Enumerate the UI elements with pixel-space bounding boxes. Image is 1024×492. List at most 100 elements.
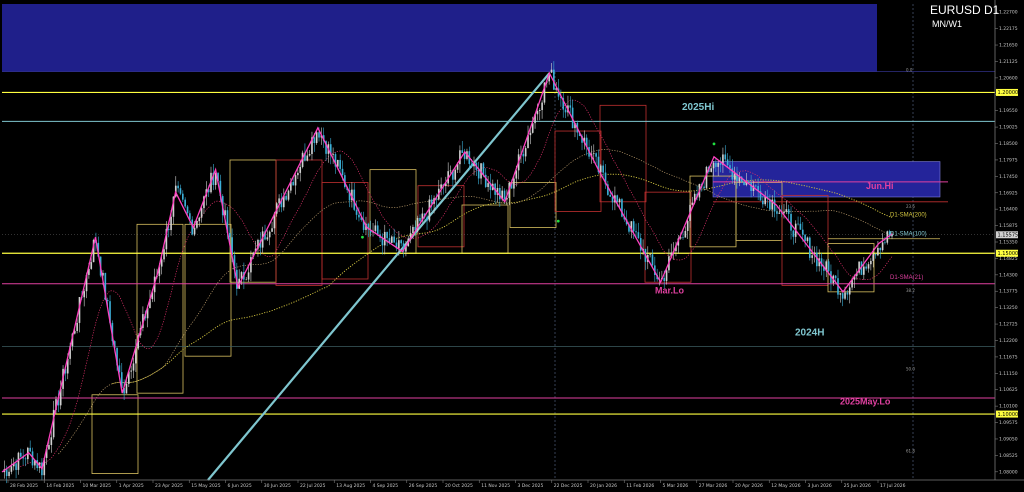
candle-body	[15, 463, 17, 470]
signal-dot	[361, 235, 364, 239]
fib-level-label: 0.0	[906, 68, 913, 73]
candle-body	[538, 109, 541, 111]
candle-body	[564, 109, 567, 113]
candle-body	[877, 247, 879, 256]
candle-body	[846, 292, 849, 295]
price-tick-label: 1.16400	[999, 207, 1018, 213]
candle-body	[106, 299, 109, 302]
candle-body	[339, 159, 341, 169]
candle-body	[841, 293, 844, 299]
fib-level-label: 23.6	[906, 204, 915, 209]
zigzag-line	[1, 71, 893, 473]
candle-body	[163, 249, 165, 260]
candle-body	[268, 231, 271, 238]
time-tick-label: 3 Jun 2026	[808, 483, 832, 489]
price-chart[interactable]: 2025Hi Jun.Hi Mar.Lo 2024H 2025May.Lo D1-SMA(…	[0, 0, 1024, 492]
price-tick-label: 1.21650	[999, 43, 1018, 49]
candle-body	[703, 186, 705, 188]
period-box	[136, 223, 184, 394]
price-tag-label: 1.10000	[998, 412, 1019, 418]
candle-body	[729, 165, 731, 169]
candle-body	[247, 272, 250, 280]
candle-body	[393, 236, 395, 243]
candle-body	[125, 383, 128, 394]
candle-body	[799, 223, 802, 230]
candle-body	[663, 277, 666, 281]
current-price-label: 1.15575	[998, 233, 1019, 239]
candle-body	[470, 163, 473, 167]
candle-body	[609, 194, 612, 197]
period-box	[827, 243, 875, 293]
candle-body	[10, 466, 13, 472]
price-tick-label: 1.13775	[999, 289, 1018, 295]
candle-body	[783, 211, 785, 214]
time-tick-label: 10 Mar 2025	[83, 483, 112, 489]
signal-dot	[712, 142, 716, 146]
candle-body	[773, 199, 776, 212]
candle-body	[170, 216, 172, 231]
time-tick-label: 3 Dec 2025	[518, 483, 544, 489]
candle-body	[541, 102, 543, 110]
price-tick-label: 1.12725	[999, 322, 1018, 328]
time-axis: 28 Feb 2025 14 Feb 2025 10 Mar 2025 1 Apr 2…	[0, 479, 1024, 489]
level-label: 2025May.Lo	[840, 396, 891, 406]
candle-body	[426, 217, 428, 221]
supply-zone-monthly	[2, 4, 877, 72]
candle-body	[863, 266, 865, 275]
candle-body	[524, 148, 527, 157]
candle-body	[651, 254, 654, 266]
candle-body	[522, 153, 525, 157]
period-box	[321, 182, 369, 280]
candle-body	[487, 183, 489, 187]
price-tick-label: 1.10100	[999, 404, 1018, 410]
candle-body	[228, 232, 231, 238]
trendline	[207, 72, 551, 481]
time-tick-label: 14 Feb 2025	[46, 483, 74, 489]
candle-body	[806, 237, 809, 242]
candle-body	[778, 212, 781, 214]
price-tick-label: 1.22700	[999, 10, 1018, 16]
candle-body	[90, 262, 93, 269]
candle-body	[308, 154, 311, 156]
candle-body	[315, 132, 318, 144]
time-tick-label: 30 Jun 2025	[264, 483, 291, 489]
candle-body	[499, 188, 501, 200]
candle-body	[536, 110, 539, 115]
supply-zones	[2, 4, 995, 198]
candle-body	[715, 162, 717, 167]
candle-body	[637, 232, 640, 239]
candle-body	[686, 220, 689, 231]
candle-body	[19, 452, 22, 457]
candle-body	[17, 452, 20, 470]
candle-body	[299, 166, 302, 173]
candle-body	[503, 190, 506, 200]
candle-body	[412, 226, 414, 234]
candle-body	[285, 195, 287, 200]
price-tick-label: 1.15875	[999, 223, 1018, 229]
time-tick-label: 11 Feb 2026	[626, 483, 654, 489]
candle-body	[287, 190, 290, 200]
candle-body	[881, 242, 884, 251]
price-tick-label: 1.15350	[999, 240, 1018, 246]
candle-body	[747, 181, 750, 183]
candle-body	[313, 137, 316, 144]
candle-body	[790, 213, 792, 231]
candle-body	[764, 196, 767, 205]
candle-body	[733, 173, 736, 180]
time-tick-label: 27 Mar 2026	[699, 483, 728, 489]
candle-body	[513, 178, 515, 189]
candle-body	[592, 153, 595, 154]
candle-body	[449, 170, 452, 172]
candle-body	[454, 169, 457, 180]
period-box	[554, 130, 602, 212]
time-tick-label: 6 Jun 2025	[228, 483, 252, 489]
fib-level-label: 50.0	[906, 367, 915, 372]
candle-body	[743, 181, 745, 186]
time-tick-label: 26 Sep 2025	[409, 483, 438, 489]
candle-body	[599, 165, 602, 173]
candle-body	[870, 260, 872, 265]
candle-body	[724, 154, 727, 160]
horizontal-levels	[2, 91, 995, 415]
candle-body	[132, 363, 135, 371]
period-box	[509, 182, 557, 228]
